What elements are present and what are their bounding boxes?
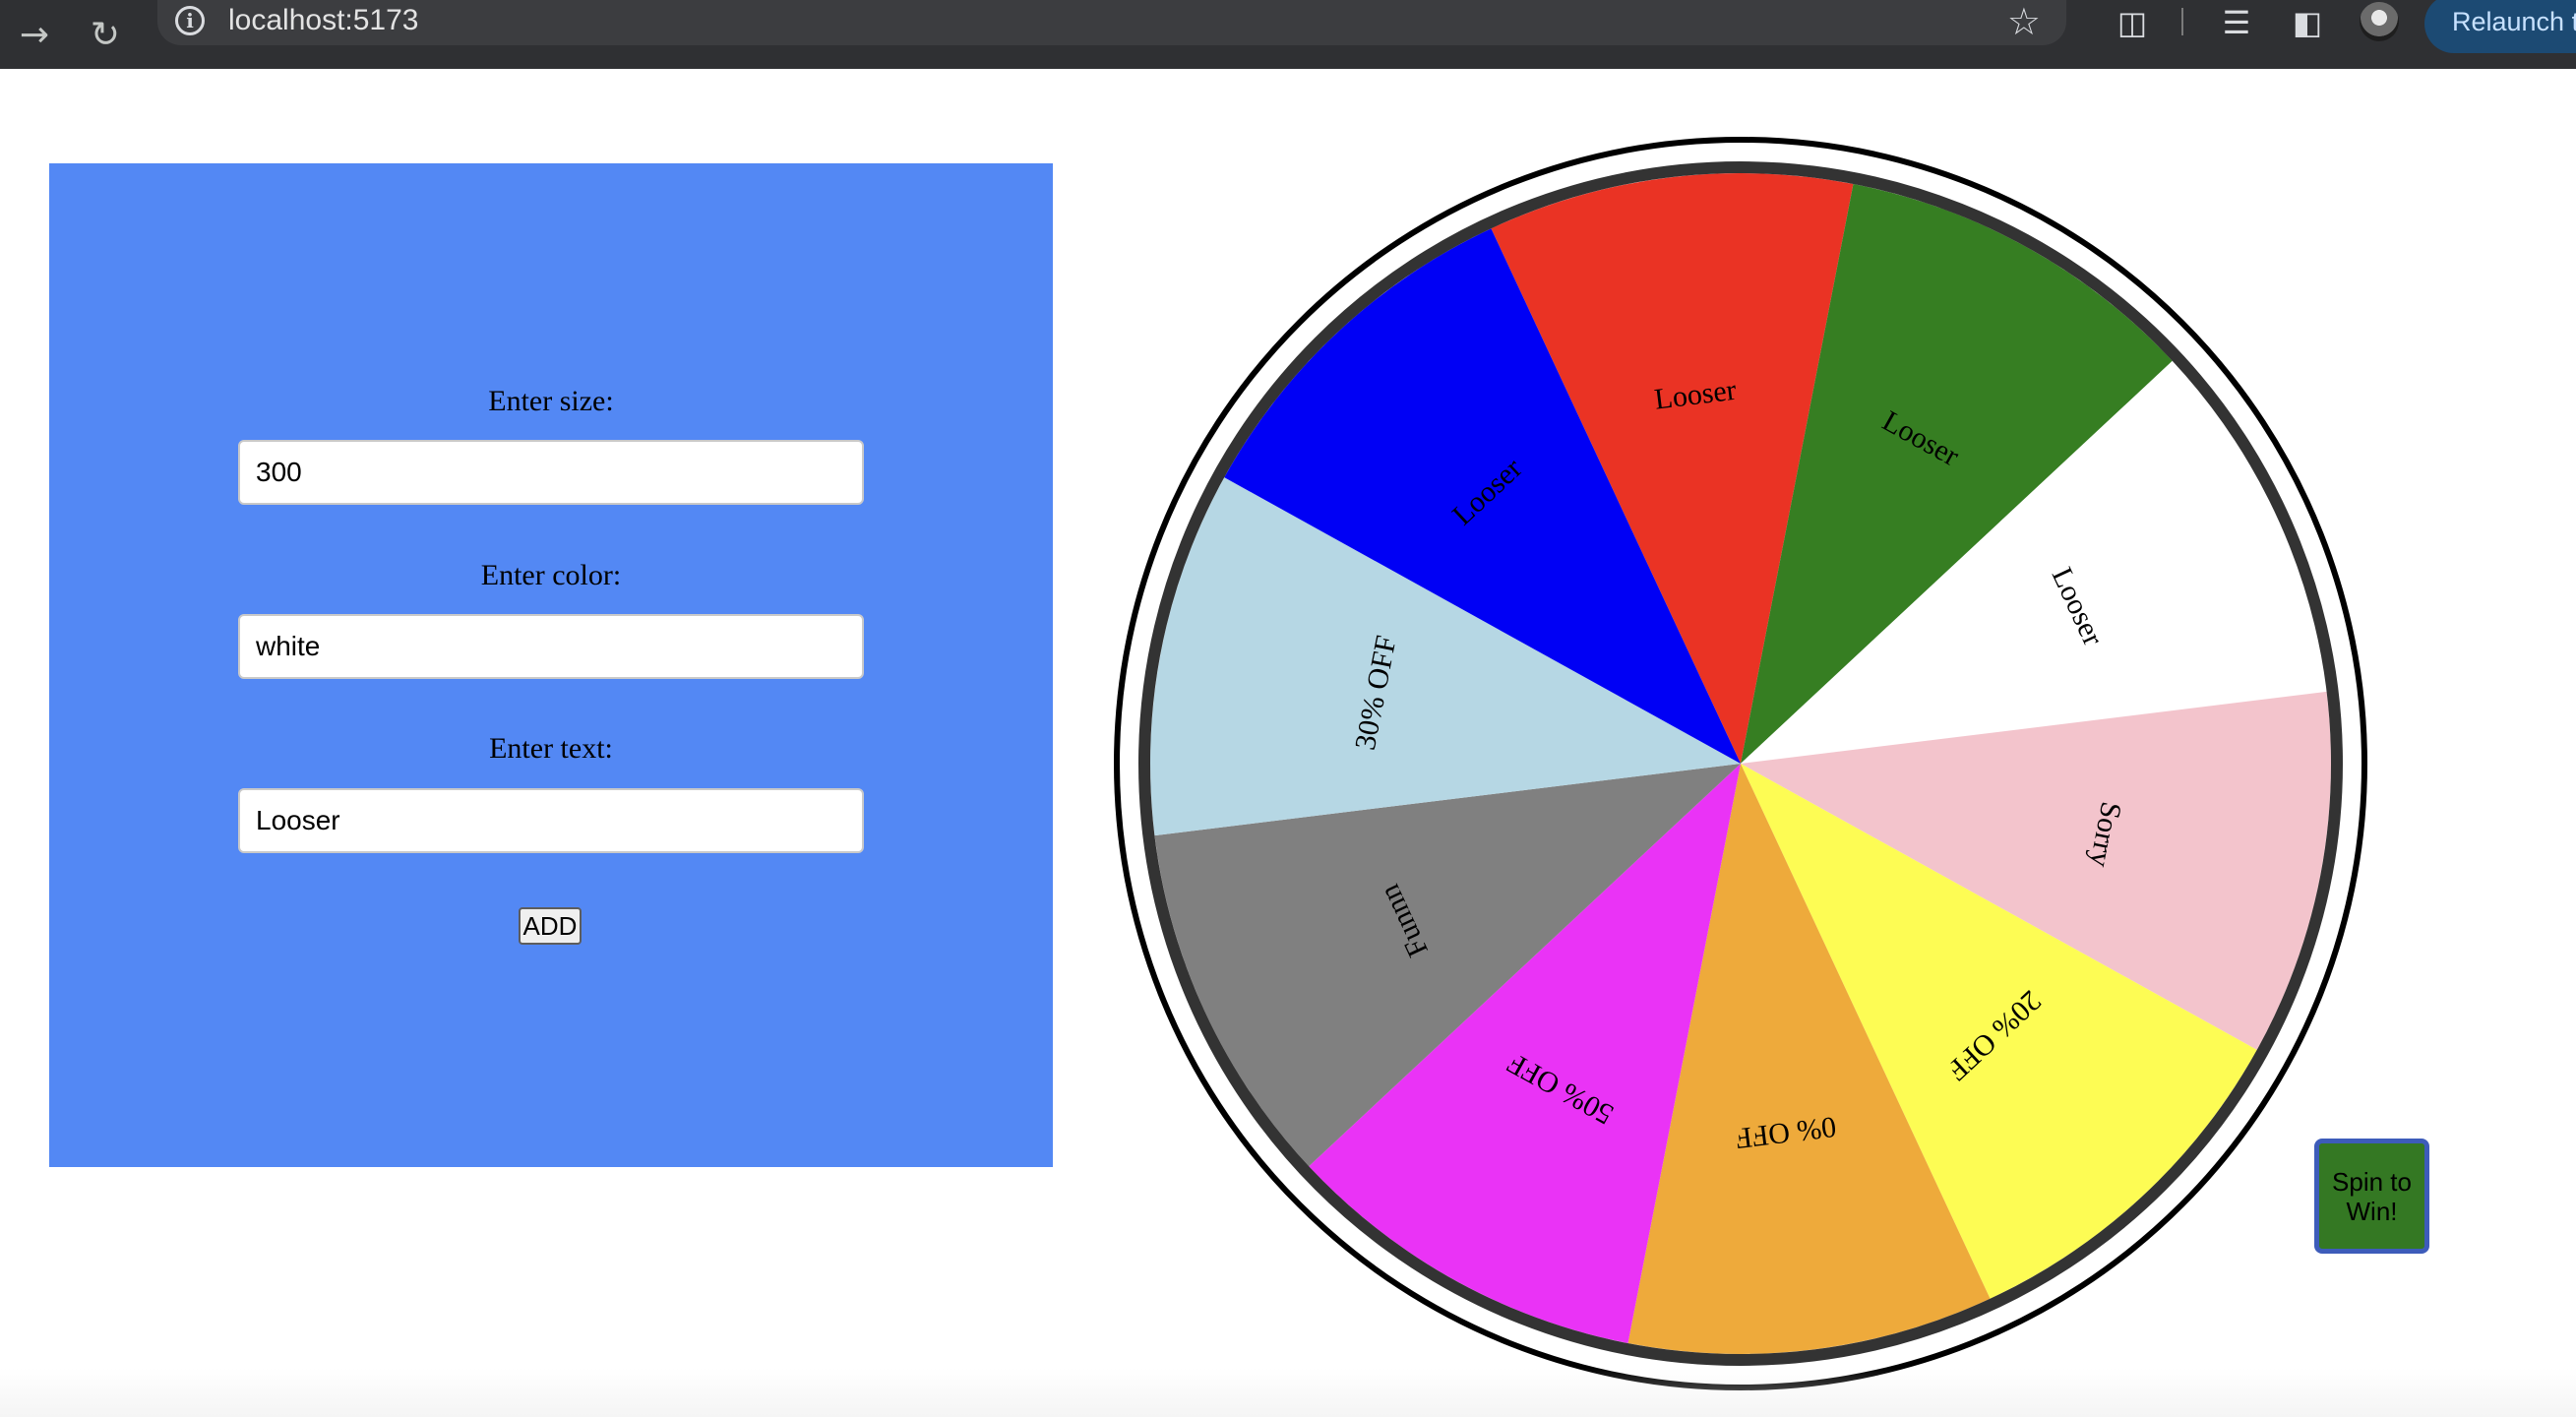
prize-wheel[interactable]: LooserLooserLooserSorry20% OFF0% OFF50% …: [0, 0, 2576, 1417]
spin-button[interactable]: Spin to Win!: [2314, 1139, 2429, 1254]
page-bottom-shadow: [0, 1368, 2576, 1417]
wheel-segments: LooserLooserLooserSorry20% OFF0% OFF50% …: [1150, 172, 2331, 1354]
